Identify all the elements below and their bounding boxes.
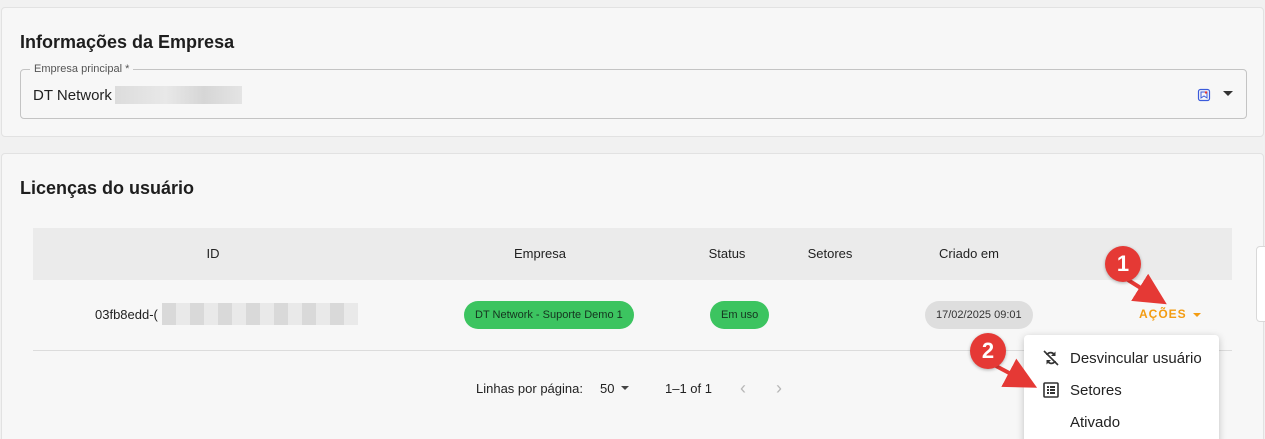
company-info-card: Informações da Empresa Empresa principal…: [1, 7, 1264, 137]
bookmark-icon[interactable]: [1197, 88, 1211, 102]
next-page-icon[interactable]: ›: [776, 378, 782, 399]
column-header-criado-em: Criado em: [939, 246, 999, 261]
pagination-range: 1–1 of 1: [665, 381, 712, 396]
actions-label: AÇÕES: [1139, 307, 1187, 321]
main-company-select[interactable]: Empresa principal * DT Network: [20, 63, 1247, 119]
main-company-label: Empresa principal *: [30, 63, 134, 75]
column-header-id: ID: [206, 246, 220, 261]
menu-item-label: Desvincular usuário: [1070, 349, 1202, 367]
menu-item-label: Ativado: [1070, 413, 1121, 431]
rows-per-page-select[interactable]: 50: [600, 381, 614, 396]
unlink-icon: [1042, 349, 1060, 367]
actions-button[interactable]: AÇÕES: [1139, 307, 1201, 321]
caret-down-icon: [1192, 312, 1201, 317]
redacted-text: [115, 86, 242, 104]
table-header: ID Empresa Status Setores Criado em: [33, 228, 1232, 280]
chevron-down-icon[interactable]: [1223, 91, 1233, 96]
menu-item-activated[interactable]: Ativado: [1042, 411, 1120, 433]
menu-item-sectors[interactable]: Setores: [1042, 379, 1122, 401]
list-icon: [1042, 381, 1060, 399]
status-badge: Em uso: [710, 301, 770, 329]
toggle-on-icon[interactable]: [1042, 413, 1060, 431]
column-header-empresa: Empresa: [513, 246, 567, 261]
side-drawer-handle[interactable]: [1256, 246, 1265, 322]
rows-per-page-label: Linhas por página:: [476, 381, 583, 396]
actions-menu: Desvincular usuário Setores Ativado: [1024, 335, 1219, 439]
created-date-chip: 17/02/2025 09:01: [925, 301, 1033, 329]
company-chip: DT Network - Suporte Demo 1: [464, 301, 634, 329]
licenses-section-title: Licenças do usuário: [20, 178, 195, 198]
redacted-id: [162, 303, 358, 325]
previous-page-icon[interactable]: ‹: [740, 378, 746, 399]
annotation-badge-2: 2: [970, 333, 1006, 369]
menu-item-unlink-user[interactable]: Desvincular usuário: [1042, 347, 1202, 369]
company-section-title: Informações da Empresa: [20, 32, 235, 52]
column-header-setores: Setores: [807, 246, 853, 261]
column-header-status: Status: [708, 246, 746, 261]
menu-item-label: Setores: [1070, 381, 1122, 399]
annotation-badge-1: 1: [1105, 246, 1141, 282]
main-company-value: DT Network: [33, 87, 112, 104]
caret-down-icon[interactable]: [621, 386, 629, 390]
license-id: 03fb8edd-(: [95, 307, 158, 322]
